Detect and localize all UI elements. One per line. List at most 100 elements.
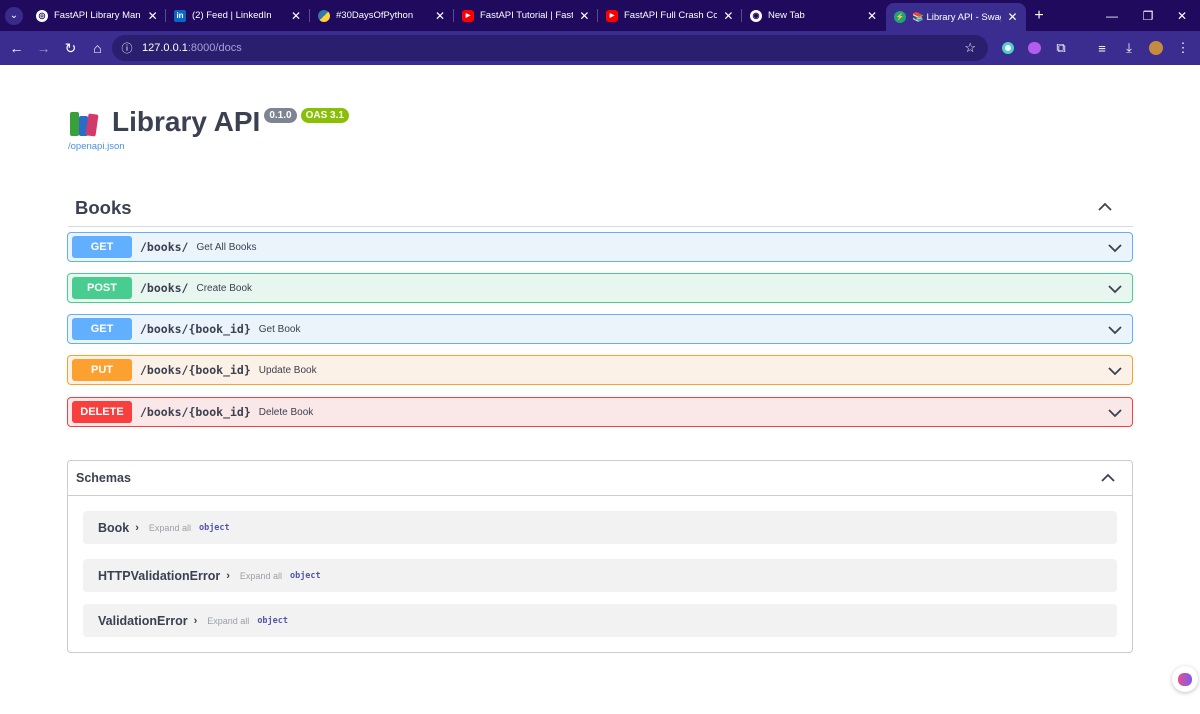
browser-tab[interactable]: #30DaysOfPython ✕ (310, 0, 454, 31)
forward-icon[interactable]: → (30, 31, 57, 65)
tab-title: FastAPI Library Manag (54, 10, 141, 21)
tab-title: #30DaysOfPython (336, 10, 414, 21)
python-icon (318, 9, 330, 22)
close-icon[interactable]: ✕ (579, 9, 590, 23)
minimize-icon[interactable]: — (1094, 0, 1130, 31)
reading-list-icon[interactable]: ≡ (1090, 31, 1114, 65)
url-path: :8000/docs (187, 42, 242, 54)
home-icon[interactable]: ⌂ (84, 31, 111, 65)
oas-badge: OAS 3.1 (300, 108, 349, 123)
new-tab-button[interactable]: + (1026, 7, 1052, 25)
chevron-down-icon: ⌄ (5, 6, 23, 25)
operation-get-book[interactable]: GET /books/{book_id} Get Book (67, 314, 1133, 344)
browser-tab[interactable]: ▶ FastAPI Full Crash Cou ✕ (598, 0, 742, 31)
schemas-title: Schemas (76, 471, 131, 485)
operation-summary: Create Book (196, 282, 253, 294)
expand-all-link[interactable]: Expand all (149, 523, 191, 533)
youtube-icon: ▶ (606, 9, 618, 22)
close-icon[interactable]: ✕ (290, 9, 302, 23)
expand-all-link[interactable]: Expand all (240, 571, 282, 581)
close-icon[interactable]: ✕ (723, 9, 734, 23)
version-badge: 0.1.0 (264, 108, 297, 123)
schema-model-book[interactable]: Book › Expand all object (83, 511, 1117, 544)
schema-model-httpvalidationerror[interactable]: HTTPValidationError › Expand all object (83, 559, 1117, 592)
close-icon[interactable]: ✕ (434, 9, 446, 23)
method-badge: GET (72, 318, 132, 340)
browser-tab[interactable]: in (2) Feed | LinkedIn ✕ (166, 0, 310, 31)
extension-color-icon[interactable] (996, 31, 1020, 65)
method-badge: GET (72, 236, 132, 258)
close-icon[interactable]: ✕ (866, 9, 878, 23)
schema-type: object (289, 570, 321, 581)
chevron-down-icon[interactable] (1107, 322, 1123, 338)
youtube-icon: ▶ (462, 9, 474, 22)
close-window-icon[interactable]: ✕ (1164, 0, 1200, 31)
tag-title: Books (75, 197, 132, 218)
operation-put-book[interactable]: PUT /books/{book_id} Update Book (67, 355, 1133, 385)
operation-summary: Delete Book (258, 406, 314, 418)
operation-path: /books/ (140, 240, 189, 254)
browser-tab[interactable]: ◉ New Tab ✕ (742, 0, 886, 31)
chevron-down-icon[interactable] (1107, 281, 1123, 297)
operation-path: /books/{book_id} (140, 363, 251, 377)
method-badge: POST (72, 277, 132, 299)
close-icon[interactable]: ✕ (147, 9, 158, 23)
chevron-right-icon[interactable]: › (194, 615, 198, 627)
tab-search-button[interactable]: ⌄ (0, 0, 28, 31)
tab-title: (2) Feed | LinkedIn (192, 10, 272, 21)
tab-title: New Tab (768, 10, 805, 21)
schema-type: object (198, 522, 230, 533)
operation-post-books[interactable]: POST /books/ Create Book (67, 273, 1133, 303)
openapi-json-link[interactable]: /openapi.json (68, 141, 125, 152)
operation-summary: Get Book (258, 323, 301, 335)
operation-path: /books/ (140, 281, 189, 295)
restore-icon[interactable]: ❐ (1130, 0, 1166, 31)
browser-menu-icon[interactable]: ⋮ (1171, 31, 1195, 65)
reload-icon[interactable]: ↻ (57, 31, 84, 65)
tab-title: FastAPI Full Crash Cou (624, 10, 717, 21)
expand-all-link[interactable]: Expand all (207, 616, 249, 626)
api-title: Library API (112, 106, 261, 137)
profile-avatar[interactable] (1144, 31, 1168, 65)
chrome-icon: ◉ (750, 9, 762, 22)
browser-tab[interactable]: ◎ FastAPI Library Manag ✕ (28, 0, 166, 31)
address-bar[interactable]: ⓘ 127.0.0.1:8000/docs ☆ (112, 35, 988, 61)
swagger-icon: ⚡ (894, 11, 906, 23)
browser-tab-active[interactable]: ⚡ 📚 Library API - Swagg ✕ (886, 3, 1026, 31)
swagger-page: Library API 0.1.0 OAS 3.1 /openapi.json … (0, 65, 1200, 714)
bookmark-star-icon[interactable]: ☆ (964, 40, 976, 56)
tab-title: 📚 Library API - Swagg (912, 11, 1002, 23)
browser-toolbar: ← → ↻ ⌂ ⓘ 127.0.0.1:8000/docs ☆ (0, 31, 1200, 65)
download-icon[interactable]: ⤓ (1117, 31, 1141, 65)
chevron-right-icon[interactable]: › (135, 522, 139, 534)
globe-icon: ◎ (36, 9, 48, 22)
schema-type: object (257, 615, 289, 626)
back-icon[interactable]: ← (3, 31, 30, 65)
tag-section-books[interactable]: Books (68, 191, 1133, 227)
extensions-puzzle-icon[interactable]: ⧉ (1049, 31, 1073, 65)
schema-name: ValidationError (98, 613, 188, 628)
method-badge: DELETE (72, 401, 132, 423)
browser-tab[interactable]: ▶ FastAPI Tutorial | FastA ✕ (454, 0, 598, 31)
operation-summary: Get All Books (196, 241, 257, 253)
chevron-up-icon[interactable] (1100, 470, 1116, 486)
tab-title: FastAPI Tutorial | FastA (480, 10, 573, 21)
linkedin-icon: in (174, 9, 186, 22)
chevron-up-icon[interactable] (1097, 199, 1113, 215)
close-icon[interactable]: ✕ (1007, 10, 1018, 24)
chevron-down-icon[interactable] (1107, 363, 1123, 379)
chevron-down-icon[interactable] (1107, 240, 1123, 256)
chevron-right-icon[interactable]: › (226, 570, 230, 582)
assistant-brain-icon[interactable] (1172, 666, 1198, 692)
extension-brain-icon[interactable] (1022, 31, 1046, 65)
schema-name: HTTPValidationError (98, 568, 221, 583)
tab-bar: ⌄ ◎ FastAPI Library Manag ✕ in (2) Feed … (0, 0, 1200, 31)
chevron-down-icon[interactable] (1107, 405, 1123, 421)
operation-get-books[interactable]: GET /books/ Get All Books (67, 232, 1133, 262)
operation-path: /books/{book_id} (140, 322, 251, 336)
schema-model-validationerror[interactable]: ValidationError › Expand all object (83, 604, 1117, 637)
operation-summary: Update Book (258, 364, 317, 376)
site-info-icon[interactable]: ⓘ (112, 40, 142, 56)
schemas-header[interactable]: Schemas (68, 461, 1132, 496)
operation-delete-book[interactable]: DELETE /books/{book_id} Delete Book (67, 397, 1133, 427)
